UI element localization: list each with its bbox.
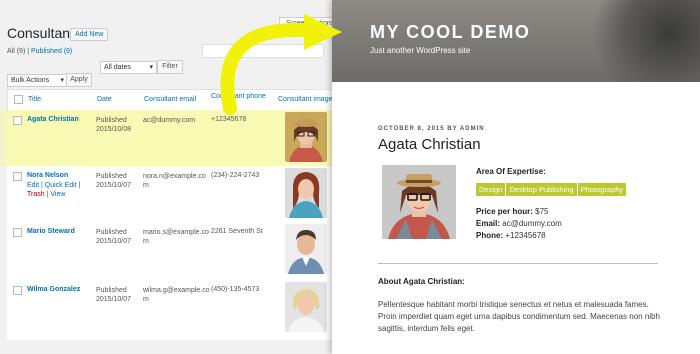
row-email: mario.s@example.co m <box>143 229 209 245</box>
tag-design[interactable]: Design <box>476 183 506 196</box>
status-filters: All (9) | Published (9) <box>7 48 72 55</box>
about-text: Pellentesque habitant morbi tristique se… <box>378 300 660 333</box>
row-email: ac@dummy.com <box>143 117 196 124</box>
frontend-panel: MY COOL DEMO Just another WordPress site… <box>332 0 700 354</box>
trash-link[interactable]: Trash <box>27 191 45 198</box>
row-title-link[interactable]: Nora Nelson <box>27 172 68 179</box>
dates-select-value: All dates <box>104 64 131 71</box>
column-title[interactable]: Title <box>28 96 41 103</box>
filter-published-link[interactable]: Published (9) <box>31 48 72 55</box>
edit-link[interactable]: Edit <box>27 182 39 189</box>
row-checkbox[interactable] <box>13 286 22 295</box>
row-phone: 2261 Seventh St <box>211 228 263 235</box>
price-label: Price per hour: <box>476 207 533 216</box>
row-title-link[interactable]: Mario Steward <box>27 228 75 235</box>
site-description: Just another WordPress site <box>370 46 471 55</box>
select-all-checkbox[interactable] <box>14 95 23 104</box>
bulk-actions-select[interactable]: Bulk Actions ▾ <box>7 74 68 87</box>
expertise-tags: Design Desktop Publishing Photography <box>476 179 627 197</box>
tag-photography[interactable]: Photography <box>577 183 627 196</box>
add-new-button[interactable]: Add New <box>70 28 109 41</box>
tag-desktop-publishing[interactable]: Desktop Publishing <box>506 183 577 196</box>
row-email: nora.n@example.co m <box>143 173 206 189</box>
quick-edit-link[interactable]: Quick Edit <box>45 182 77 189</box>
view-link[interactable]: View <box>50 191 65 198</box>
row-email: wilma.g@example.co m <box>143 287 210 303</box>
row-checkbox[interactable] <box>13 116 22 125</box>
row-date: Published 2015/10/08 <box>96 117 132 133</box>
plant-image <box>580 0 700 82</box>
about-title: About Agata Christian: <box>378 277 465 286</box>
chevron-down-icon: ▾ <box>149 64 153 71</box>
expertise-label: Area Of Expertise: <box>476 167 546 176</box>
phone-value: +12345678 <box>505 231 546 240</box>
table-row: Wilma Gonzalez Published 2015/10/07 wilma… <box>7 280 337 341</box>
filter-button[interactable]: Filter <box>157 60 183 74</box>
dates-select[interactable]: All dates ▾ <box>100 61 157 74</box>
price-value: $75 <box>535 207 549 216</box>
column-date[interactable]: Date <box>97 96 112 103</box>
email-row: Email: ac@dummy.com <box>476 219 562 228</box>
post-title: Agata Christian <box>378 136 481 153</box>
post-meta: OCTOBER 8, 2015 BY ADMIN <box>378 126 485 132</box>
row-phone: (450)-135-4573 <box>211 286 260 293</box>
table-row: Nora Nelson Edit | Quick Edit | Trash | … <box>7 166 337 223</box>
row-date: Published 2015/10/07 <box>96 229 132 245</box>
email-value: ac@dummy.com <box>502 219 562 228</box>
email-label: Email: <box>476 219 501 228</box>
row-checkbox[interactable] <box>13 172 22 181</box>
curved-arrow-icon <box>220 14 342 115</box>
header-image: MY COOL DEMO Just another WordPress site <box>332 0 700 82</box>
row-actions: Edit | Quick Edit | Trash | View <box>27 182 81 198</box>
consultant-thumbnail <box>285 282 327 332</box>
price-row: Price per hour: $75 <box>476 207 549 216</box>
apply-button[interactable]: Apply <box>66 73 92 87</box>
consultant-thumbnail <box>285 224 327 274</box>
chevron-down-icon: ▾ <box>60 77 64 84</box>
row-checkbox[interactable] <box>13 228 22 237</box>
phone-label: Phone: <box>476 231 504 240</box>
table-row: Mario Steward Published 2015/10/07 mario.… <box>7 222 337 281</box>
filter-all-link[interactable]: All (9) <box>7 48 25 55</box>
phone-row: Phone: +12345678 <box>476 231 546 240</box>
consultant-photo <box>382 165 456 239</box>
row-date: Published 2015/10/07 <box>96 287 132 303</box>
row-title-link[interactable]: Wilma Gonzalez <box>27 286 80 293</box>
row-date: Published 2015/10/07 <box>96 173 132 189</box>
bulk-actions-value: Bulk Actions <box>11 77 50 84</box>
row-title-link[interactable]: Agata Christian <box>27 116 79 123</box>
column-email: Consultant email <box>144 96 197 103</box>
consultant-thumbnail <box>285 168 327 218</box>
row-phone: (234)-224-2743 <box>211 172 260 179</box>
site-title[interactable]: MY COOL DEMO <box>370 22 530 43</box>
divider <box>378 263 658 264</box>
